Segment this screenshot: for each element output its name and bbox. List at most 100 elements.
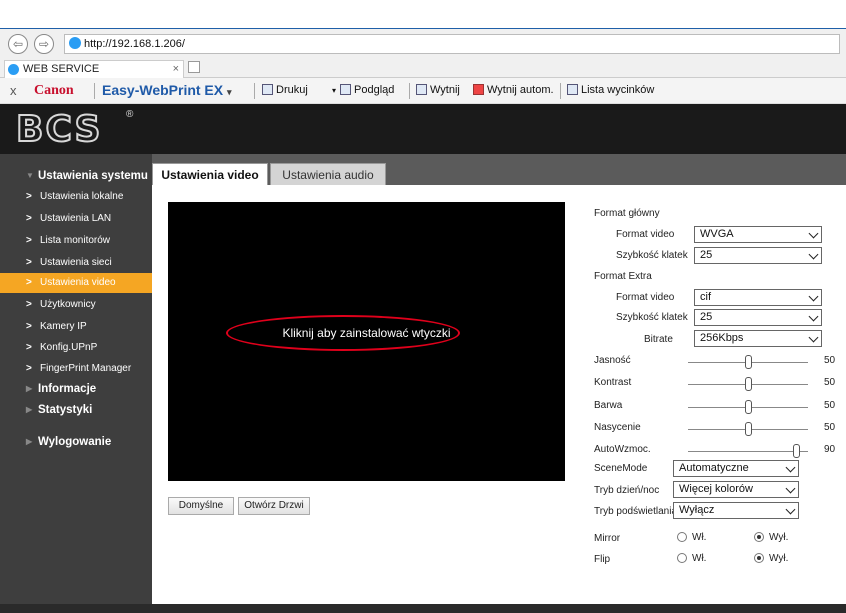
slider-label: Kontrast [594, 377, 632, 388]
slider-handle[interactable] [745, 377, 752, 391]
chevron-down-icon [785, 462, 796, 473]
bcs-logo: BCS [15, 109, 103, 150]
slider-value: 50 [824, 422, 836, 433]
chevron-right-icon: > [26, 363, 32, 374]
back-button[interactable]: ⇦ [8, 34, 28, 54]
scene-mode-select[interactable]: Automatyczne [673, 460, 799, 477]
chevron-right-icon: > [26, 213, 32, 224]
sidebar-item-monitor-list[interactable]: > Lista monitorów [0, 231, 152, 251]
collapsed-triangle-icon: ▶ [26, 384, 33, 393]
print-button[interactable]: Drukuj [262, 84, 308, 96]
slider-label: AutoWzmoc. [594, 444, 651, 455]
slider-value: 50 [824, 355, 836, 366]
tab-title: WEB SERVICE [23, 63, 100, 75]
slider-track[interactable] [688, 451, 808, 452]
auto-cut-button[interactable]: Wytnij autom. [473, 84, 554, 96]
sidebar-item-lan-settings[interactable]: > Ustawienia LAN [0, 209, 152, 229]
ie-icon [8, 64, 19, 75]
install-plugin-link[interactable]: Kliknij aby zainstalować wtyczki [168, 326, 565, 340]
sidebar-item-upnp[interactable]: > Konfig.UPnP [0, 338, 152, 358]
chevron-right-icon: > [26, 342, 32, 353]
collapsed-triangle-icon: ▶ [26, 437, 33, 446]
toolbar-divider [560, 83, 561, 99]
title-bar [0, 0, 846, 28]
sidebar-system-settings[interactable]: ▼ Ustawienia systemu [0, 166, 152, 186]
canon-logo: Canon [34, 83, 74, 98]
toolbar-close-icon[interactable]: x [10, 83, 17, 98]
slider-label: Nasycenie [594, 422, 641, 433]
chevron-down-icon [808, 228, 819, 239]
tab-close-icon[interactable]: × [173, 61, 179, 77]
open-door-button[interactable]: Otwórz Drzwi [238, 497, 310, 515]
chevron-right-icon: > [26, 191, 32, 202]
mirror-label: Mirror [594, 533, 621, 544]
address-input[interactable]: http://192.168.1.206/ [64, 34, 840, 54]
mirror-on-label: Wł. [692, 532, 707, 543]
scene-mode-label: SceneMode [594, 463, 648, 474]
extra-video-format-label: Format video [616, 292, 675, 303]
flip-on-radio[interactable] [677, 553, 687, 563]
new-tab-icon[interactable] [188, 61, 200, 73]
expanded-triangle-icon: ▼ [26, 171, 34, 180]
sidebar-item-fingerprint-manager[interactable]: > FingerPrint Manager [0, 359, 152, 379]
sidebar-item-network-settings[interactable]: > Ustawienia sieci [0, 253, 152, 273]
slider-handle[interactable] [745, 355, 752, 369]
browser-tab[interactable]: WEB SERVICE × [4, 60, 184, 78]
tab-audio-settings[interactable]: Ustawienia audio [270, 163, 386, 185]
sidebar-item-local-settings[interactable]: > Ustawienia lokalne [0, 187, 152, 207]
extra-frame-rate-select[interactable]: 25 [694, 309, 822, 326]
slider-handle[interactable] [745, 422, 752, 436]
sidebar-item-ip-cameras[interactable]: > Kamery IP [0, 317, 152, 337]
frame-rate-select[interactable]: 25 [694, 247, 822, 264]
cut-button[interactable]: Wytnij [416, 84, 460, 96]
backlight-select[interactable]: Wyłącz [673, 502, 799, 519]
slider-value: 90 [824, 444, 836, 455]
day-night-select[interactable]: Więcej kolorów [673, 481, 799, 498]
bottom-bar [0, 604, 846, 613]
sidebar-item-users[interactable]: > Użytkownicy [0, 295, 152, 315]
flip-label: Flip [594, 554, 611, 565]
chevron-down-icon [808, 332, 819, 343]
slider-label: Barwa [594, 400, 623, 411]
slider-handle[interactable] [745, 400, 752, 414]
sidebar-logout[interactable]: ▶ Wylogowanie [0, 432, 152, 452]
toolbar-divider [254, 83, 255, 99]
default-button[interactable]: Domyślne [168, 497, 234, 515]
slider-value: 50 [824, 400, 836, 411]
sidebar: ▼ Ustawienia systemu > Ustawienia lokalne … [0, 154, 152, 604]
forward-button[interactable]: ⇨ [34, 34, 54, 54]
video-format-label: Format video [616, 229, 675, 240]
sidebar-statistics[interactable]: ▶ Statystyki [0, 400, 152, 420]
chevron-down-icon [785, 483, 796, 494]
mirror-on-radio[interactable] [677, 532, 687, 542]
preview-button[interactable]: ▾ Podgląd [332, 84, 394, 96]
sidebar-item-video-settings[interactable]: > Ustawienia video [0, 273, 152, 293]
bitrate-select[interactable]: 256Kbps [694, 330, 822, 347]
backlight-label: Tryb podświetlania [594, 506, 678, 517]
video-preview[interactable]: Kliknij aby zainstalować wtyczki [168, 202, 565, 481]
slider-handle[interactable] [793, 444, 800, 458]
chevron-down-icon [808, 249, 819, 260]
clip-list-icon [567, 84, 578, 95]
chevron-right-icon: > [26, 257, 32, 268]
address-bar-row: ⇦ ⇨ http://192.168.1.206/ [0, 28, 846, 58]
clip-list-button[interactable]: Lista wycinków [567, 84, 654, 96]
chevron-down-icon [808, 291, 819, 302]
main-format-heading: Format główny [594, 208, 660, 219]
flip-off-label: Wył. [769, 553, 789, 564]
mirror-off-radio[interactable] [754, 532, 764, 542]
day-night-label: Tryb dzień/noc [594, 485, 660, 496]
flip-on-label: Wł. [692, 553, 707, 564]
flip-off-radio[interactable] [754, 553, 764, 563]
chevron-right-icon: > [26, 321, 32, 332]
extra-video-format-select[interactable]: cif [694, 289, 822, 306]
printer-icon [262, 84, 273, 95]
bitrate-label: Bitrate [644, 334, 673, 345]
address-text: http://192.168.1.206/ [84, 38, 185, 50]
easy-webprint-menu[interactable]: Easy-WebPrint EX ▾ [102, 82, 232, 98]
tab-video-settings[interactable]: Ustawienia video [152, 163, 268, 185]
sidebar-info[interactable]: ▶ Informacje [0, 379, 152, 399]
preview-icon [340, 84, 352, 95]
video-format-select[interactable]: WVGA [694, 226, 822, 243]
auto-cut-icon [473, 84, 484, 95]
